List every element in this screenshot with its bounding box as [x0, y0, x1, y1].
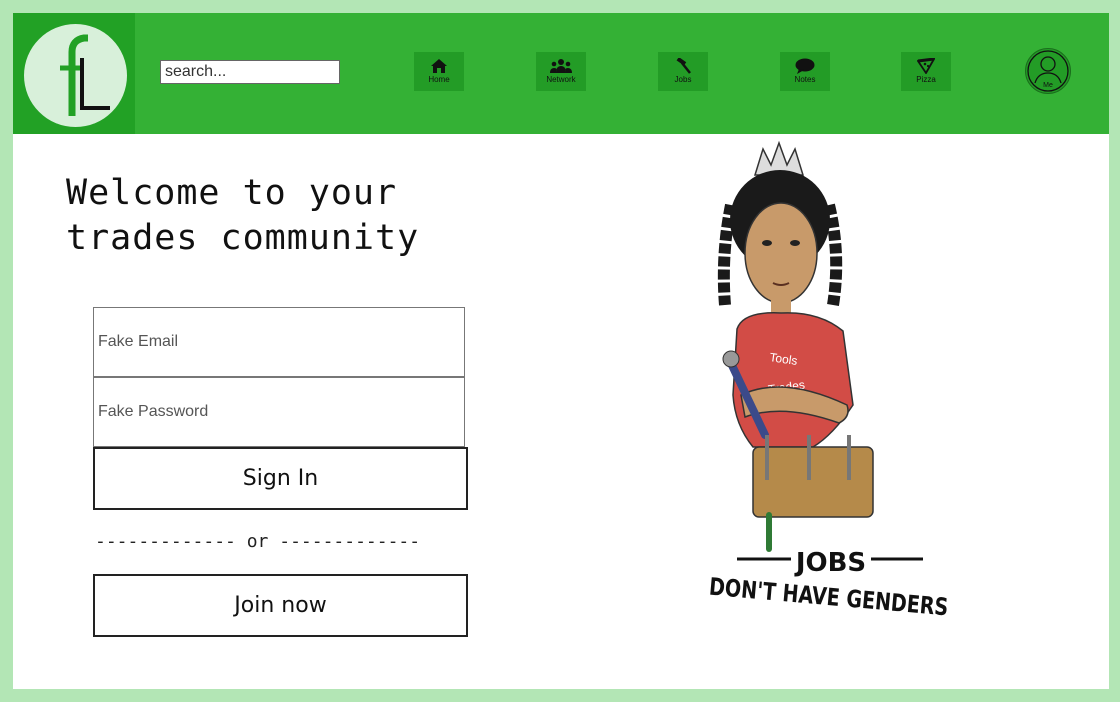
- logo-box[interactable]: [13, 13, 135, 134]
- nav-network-label: Network: [546, 75, 576, 84]
- welcome-line-2: trades community: [66, 218, 420, 258]
- user-avatar-icon: Me: [1027, 50, 1069, 92]
- nav-home-button[interactable]: Home: [414, 52, 464, 91]
- home-icon: [431, 59, 447, 73]
- speech-bubble-icon: [795, 58, 815, 74]
- welcome-line-1: Welcome to your: [66, 173, 398, 213]
- top-navigation-bar: Home Network Jobs: [13, 13, 1109, 134]
- password-field[interactable]: [93, 377, 465, 447]
- page-frame: Home Network Jobs: [13, 13, 1109, 689]
- join-now-button[interactable]: Join now: [93, 574, 468, 637]
- pizza-icon: [917, 58, 935, 74]
- hero-caption-1: JOBS: [794, 548, 866, 578]
- or-divider: ------------- or -------------: [95, 531, 421, 552]
- nav-notes-button[interactable]: Notes: [780, 52, 830, 91]
- hero-caption-2: DON'T HAVE GENDERS: [708, 573, 950, 622]
- nav-jobs-button[interactable]: Jobs: [658, 52, 708, 91]
- people-icon: [550, 59, 572, 73]
- email-field[interactable]: [93, 307, 465, 377]
- search-input[interactable]: [160, 60, 340, 84]
- tool-belt-icon: [752, 446, 874, 518]
- nav-network-button[interactable]: Network: [536, 52, 586, 91]
- logo-mark: [60, 34, 110, 116]
- sign-in-button[interactable]: Sign In: [93, 447, 468, 510]
- nav-pizza-label: Pizza: [916, 75, 936, 84]
- nav-pizza-button[interactable]: Pizza: [901, 52, 951, 91]
- hammer-icon: [676, 58, 691, 74]
- nav-notes-label: Notes: [794, 75, 816, 84]
- nav-jobs-label: Jobs: [674, 75, 692, 84]
- hero-illustration: Tools Trades JOBS DON'T HAVE GENDERS: [708, 140, 950, 622]
- fl-logo-icon: [24, 24, 127, 127]
- me-label: Me: [1043, 82, 1053, 89]
- welcome-heading: Welcome to your trades community: [66, 171, 419, 261]
- me-profile-button[interactable]: Me: [1025, 48, 1071, 94]
- nav-home-label: Home: [428, 75, 450, 84]
